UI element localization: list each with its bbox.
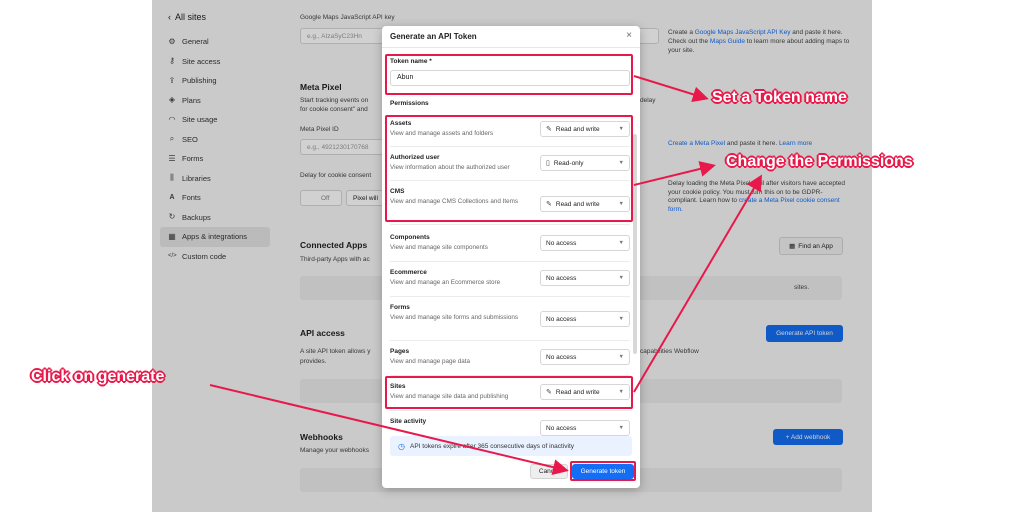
- permission-select-forms[interactable]: No access ▼: [540, 311, 630, 327]
- permissions-heading: Permissions: [390, 100, 429, 107]
- highlight-token-name: [385, 54, 633, 95]
- permission-name: Site activity: [390, 418, 427, 425]
- permission-select-site-activity[interactable]: No access ▼: [540, 420, 630, 436]
- info-text: API tokens expire after 365 consecutive …: [409, 442, 575, 450]
- divider: [390, 224, 630, 225]
- screenshot-frame: ‹ All sites ⚙ General ⚷ Site access ⇪ Publi…: [0, 0, 1024, 512]
- highlight-permissions: [385, 115, 633, 222]
- permission-row-forms: Forms View and manage site forms and sub…: [390, 304, 630, 338]
- clock-icon: ◷: [398, 441, 405, 451]
- permission-row-components: Components View and manage site componen…: [390, 234, 630, 268]
- chevron-down-icon: ▼: [618, 275, 624, 281]
- divider: [390, 410, 630, 411]
- annotation-generate: Click on generate: [31, 368, 165, 385]
- permission-value: No access: [546, 239, 577, 247]
- permission-value: No access: [546, 274, 577, 282]
- permission-desc: View and manage an Ecommerce store: [390, 279, 501, 286]
- divider: [390, 340, 630, 341]
- permission-select-components[interactable]: No access ▼: [540, 235, 630, 251]
- highlight-generate: [570, 461, 636, 481]
- annotation-permissions: Change the Permissions: [726, 153, 913, 170]
- token-expiry-info: ◷ API tokens expire after 365 consecutive…: [390, 436, 632, 456]
- modal-header: Generate an API Token ×: [382, 26, 640, 48]
- permission-name: Pages: [390, 348, 410, 355]
- permission-name: Forms: [390, 304, 410, 311]
- close-icon[interactable]: ×: [626, 30, 632, 41]
- permission-desc: View and manage page data: [390, 358, 471, 365]
- chevron-down-icon: ▼: [618, 425, 624, 431]
- permission-select-ecommerce[interactable]: No access ▼: [540, 270, 630, 286]
- permission-value: No access: [546, 353, 577, 361]
- permission-desc: View and manage site components: [390, 244, 488, 251]
- permission-desc: View and manage site forms and submissio…: [390, 314, 518, 321]
- divider: [390, 261, 630, 262]
- annotation-token-name: Set a Token name: [712, 89, 847, 106]
- modal-title: Generate an API Token: [390, 32, 477, 41]
- highlight-sites: [385, 376, 633, 409]
- permission-select-pages[interactable]: No access ▼: [540, 349, 630, 365]
- chevron-down-icon: ▼: [618, 316, 624, 322]
- chevron-down-icon: ▼: [618, 240, 624, 246]
- permission-value: No access: [546, 315, 577, 323]
- permission-value: No access: [546, 424, 577, 432]
- cancel-button[interactable]: Cancel: [530, 464, 568, 479]
- chevron-down-icon: ▼: [618, 354, 624, 360]
- generate-token-modal: Generate an API Token × Token name * Abu…: [382, 26, 640, 488]
- permission-row-ecommerce: Ecommerce View and manage an Ecommerce s…: [390, 269, 630, 303]
- permission-name: Ecommerce: [390, 269, 427, 276]
- permission-row-site-activity: Site activity No access ▼: [390, 418, 630, 436]
- permission-name: Components: [390, 234, 430, 241]
- modal-scrollbar[interactable]: [633, 134, 637, 354]
- divider: [390, 296, 630, 297]
